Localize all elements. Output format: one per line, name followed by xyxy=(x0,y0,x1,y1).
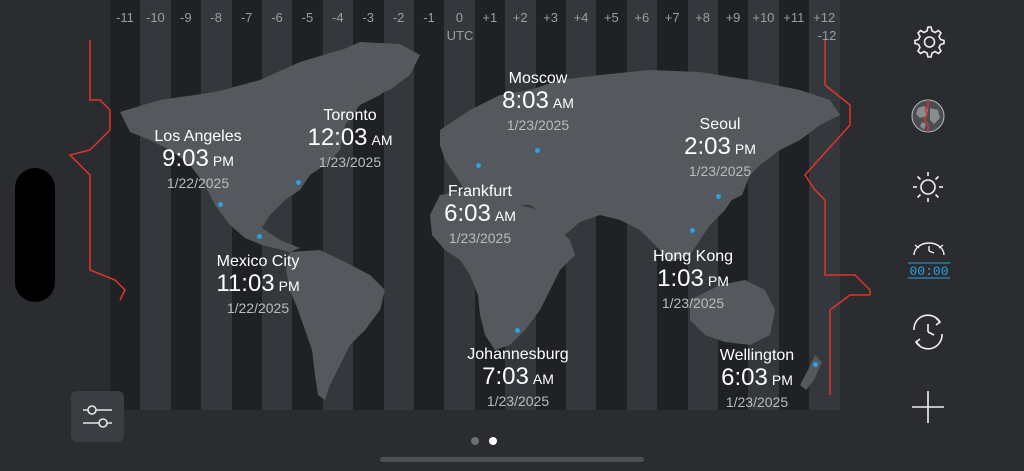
city-name: Mexico City xyxy=(216,253,300,270)
city-marker-mexico-city[interactable] xyxy=(257,234,262,239)
time-value: 9:03 xyxy=(162,145,209,172)
city-time: 2:03 PM xyxy=(660,134,780,162)
time-value: 7:03 xyxy=(482,363,529,390)
city-name: Los Angeles xyxy=(154,128,242,145)
plus-icon[interactable] xyxy=(906,385,950,429)
city-name: Hong Kong xyxy=(652,248,734,265)
city-time: 11:03 PM xyxy=(198,271,318,299)
city-date: 1/22/2025 xyxy=(166,175,230,191)
page-dot-1[interactable] xyxy=(471,437,479,445)
city-name: Frankfurt xyxy=(447,183,512,200)
city-time: 9:03 PM xyxy=(138,146,258,174)
ampm-label: PM xyxy=(707,273,729,289)
time-value: 6:03 xyxy=(721,364,768,391)
ampm-label: PM xyxy=(212,153,234,169)
city-date: 1/23/2025 xyxy=(318,154,382,170)
city-name: Johannesburg xyxy=(467,346,569,363)
city-time: 12:03 AM xyxy=(290,125,410,153)
city-card-moscow[interactable]: Moscow 8:03 AM 1/23/2025 xyxy=(478,70,598,134)
city-time: 6:03 AM xyxy=(420,201,540,229)
city-marker-moscow[interactable] xyxy=(535,148,540,153)
filter-button[interactable] xyxy=(71,391,124,442)
city-date: 1/23/2025 xyxy=(506,117,570,133)
city-date: 1/22/2025 xyxy=(226,300,290,316)
city-card-frankfurt[interactable]: Frankfurt 6:03 AM 1/23/2025 xyxy=(420,183,540,247)
home-indicator-bar[interactable] xyxy=(380,457,644,462)
world-clock-screen: -11 -10 -9 -8 -7 -6 -5 -4 -3 -2 -1 0 +1 +2 +3 +4 +5 +6 +7 +… xyxy=(0,0,1024,471)
city-name: Toronto xyxy=(323,107,377,124)
time-value: 2:03 xyxy=(684,133,731,160)
city-name: Wellington xyxy=(719,347,795,364)
gear-icon[interactable] xyxy=(906,21,950,65)
time-value: 1:03 xyxy=(657,265,704,292)
ampm-label: PM xyxy=(734,141,756,157)
rotate-clock-icon[interactable] xyxy=(906,310,950,354)
city-time: 1:03 PM xyxy=(633,266,753,294)
city-card-los-angeles[interactable]: Los Angeles 9:03 PM 1/22/2025 xyxy=(138,128,258,192)
city-marker-toronto[interactable] xyxy=(296,180,301,185)
sliders-icon xyxy=(83,405,112,428)
ampm-label: PM xyxy=(278,278,300,294)
digital-clock-text: 00:00 xyxy=(909,264,948,279)
brightness-icon[interactable] xyxy=(906,165,950,209)
city-name: Moscow xyxy=(508,70,568,87)
city-date: 1/23/2025 xyxy=(725,394,789,410)
page-indicator[interactable] xyxy=(466,432,502,450)
city-marker-los-angeles[interactable] xyxy=(218,202,223,207)
city-date: 1/23/2025 xyxy=(448,230,512,246)
ampm-label: AM xyxy=(494,208,516,224)
ampm-label: PM xyxy=(771,372,793,388)
page-dot-2[interactable] xyxy=(489,437,497,445)
city-marker-frankfurt[interactable] xyxy=(476,163,481,168)
city-card-mexico-city[interactable]: Mexico City 11:03 PM 1/22/2025 xyxy=(198,253,318,317)
ampm-label: AM xyxy=(552,95,574,111)
city-date: 1/23/2025 xyxy=(661,295,725,311)
city-date: 1/23/2025 xyxy=(486,393,550,409)
city-time: 8:03 AM xyxy=(478,88,598,116)
city-card-hong-kong[interactable]: Hong Kong 1:03 PM 1/23/2025 xyxy=(633,248,753,312)
city-name: Seoul xyxy=(699,116,741,133)
city-time: 6:03 PM xyxy=(697,365,817,393)
time-value: 8:03 xyxy=(502,87,549,114)
city-card-wellington[interactable]: Wellington 6:03 PM 1/23/2025 xyxy=(697,347,817,411)
ampm-label: AM xyxy=(532,371,554,387)
ampm-label: AM xyxy=(371,132,393,148)
city-card-seoul[interactable]: Seoul 2:03 PM 1/23/2025 xyxy=(660,116,780,180)
time-value: 6:03 xyxy=(444,200,491,227)
city-marker-hong-kong[interactable] xyxy=(690,228,695,233)
city-card-johannesburg[interactable]: Johannesburg 7:03 AM 1/23/2025 xyxy=(458,346,578,410)
city-marker-seoul[interactable] xyxy=(716,194,721,199)
city-marker-johannesburg[interactable] xyxy=(515,328,520,333)
alarm-clock-icon[interactable]: 00:00 xyxy=(904,237,954,281)
city-date: 1/23/2025 xyxy=(688,163,752,179)
time-value: 11:03 xyxy=(216,270,275,297)
globe-icon[interactable] xyxy=(906,94,950,138)
time-value: 12:03 xyxy=(307,124,368,151)
city-card-toronto[interactable]: Toronto 12:03 AM 1/23/2025 xyxy=(290,107,410,171)
side-drawer-handle[interactable] xyxy=(15,168,55,302)
city-time: 7:03 AM xyxy=(458,364,578,392)
